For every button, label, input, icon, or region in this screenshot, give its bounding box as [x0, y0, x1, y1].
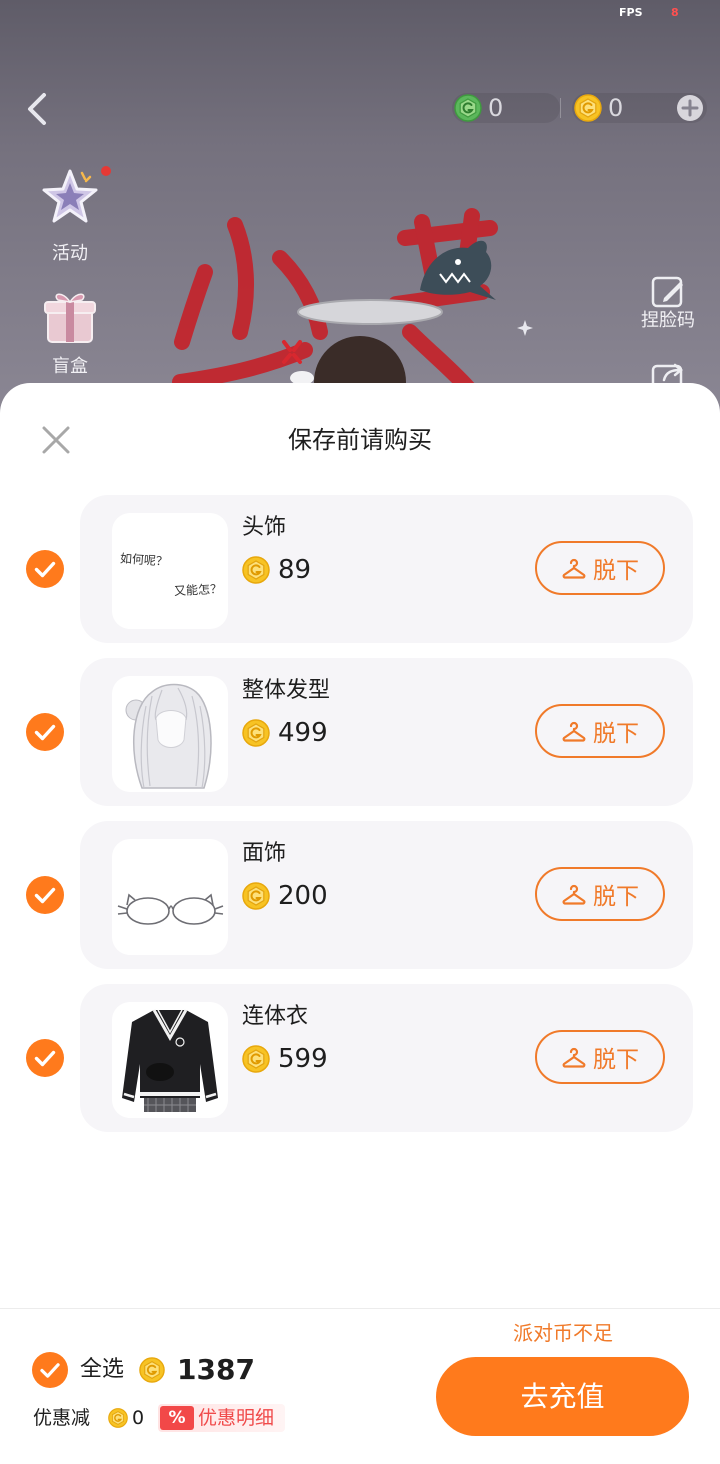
hanger-icon: [562, 884, 586, 905]
menu-item-face-code[interactable]: 捏脸码: [628, 272, 708, 332]
menu-item-label: 盲盒: [52, 356, 88, 377]
star-icon: [42, 169, 98, 223]
item-card: 整体发型 499 脱下: [80, 658, 693, 806]
item-row: 连体衣 599 脱下: [0, 984, 720, 1132]
gold-coin-icon: [242, 1045, 270, 1073]
gold-coin-icon: [108, 1408, 128, 1428]
select-all-label[interactable]: 全选: [80, 1356, 124, 1384]
sweater-illustration: [122, 1009, 218, 1112]
item-checkbox[interactable]: [26, 550, 64, 588]
item-row: 如何呢？ 又能怎？ 头饰 89 脱下: [0, 495, 720, 643]
item-price: 499: [242, 718, 442, 748]
total-price: 1387: [177, 1353, 255, 1386]
take-off-label: 脱下: [593, 1047, 639, 1073]
item-thumbnail: 如何呢？ 又能怎？: [112, 513, 228, 629]
glasses-illustration: [117, 893, 224, 925]
divider: [560, 98, 561, 118]
take-off-label: 脱下: [593, 558, 639, 584]
recharge-button[interactable]: 去充值: [436, 1357, 689, 1436]
gold-coin-icon: [139, 1357, 165, 1383]
thumbnail-text: 又能怎？: [173, 581, 223, 599]
chevron-left-icon[interactable]: [22, 90, 54, 128]
fps-value: 8: [671, 6, 679, 19]
take-off-button[interactable]: 脱下: [535, 704, 665, 758]
footer-divider: [0, 1308, 720, 1309]
item-thumbnail: [112, 676, 228, 792]
menu-item-label: 捏脸码: [641, 310, 695, 331]
price-value: 89: [278, 555, 312, 585]
fps-label: FPS: [619, 6, 643, 19]
gold-coin-value: 0: [608, 94, 624, 122]
gold-coin-icon: [242, 882, 270, 910]
purchase-sheet: 保存前请购买 如何呢？ 又能怎？ 头饰 89 脱下 整体发型 499 脱下 面饰…: [0, 383, 720, 1464]
item-card: 面饰 200 脱下: [80, 821, 693, 969]
item-price: 200: [242, 881, 442, 911]
edit-code-icon: [651, 276, 683, 308]
hanger-icon: [562, 721, 586, 742]
game-scene: FPS 8 0 0 活动 盲盒 捏脸码: [0, 0, 720, 420]
item-name: 整体发型: [242, 678, 331, 703]
discount-label: 优惠减: [33, 1407, 91, 1429]
item-price: 89: [242, 555, 442, 585]
percent-badge: %: [160, 1406, 194, 1430]
item-checkbox[interactable]: [26, 876, 64, 914]
insufficient-coins-warning: 派对币不足: [513, 1321, 613, 1345]
gold-coin-icon: [242, 556, 270, 584]
discount-detail-button[interactable]: % 优惠明细: [158, 1404, 285, 1432]
gold-coin-icon: [242, 719, 270, 747]
discount-value: 0: [132, 1407, 145, 1429]
price-value: 499: [278, 718, 328, 748]
take-off-button[interactable]: 脱下: [535, 541, 665, 595]
price-value: 200: [278, 881, 328, 911]
item-price: 599: [242, 1044, 442, 1074]
item-checkbox[interactable]: [26, 1039, 64, 1077]
item-name: 面饰: [242, 841, 287, 866]
thumbnail-text: 如何呢？: [119, 551, 169, 569]
green-coin-value: 0: [488, 94, 504, 122]
menu-item-label: 活动: [52, 243, 88, 264]
take-off-label: 脱下: [593, 884, 639, 910]
hanger-icon: [562, 1047, 586, 1068]
menu-item-activity[interactable]: 活动: [30, 165, 110, 265]
select-all-checkbox[interactable]: [32, 1352, 68, 1388]
gift-icon: [44, 293, 96, 343]
item-card: 如何呢？ 又能怎？ 头饰 89 脱下: [80, 495, 693, 643]
gold-coin-icon: [574, 94, 602, 122]
sheet-title: 保存前请购买: [288, 426, 432, 454]
take-off-button[interactable]: 脱下: [535, 867, 665, 921]
item-name: 头饰: [242, 515, 287, 540]
item-checkbox[interactable]: [26, 713, 64, 751]
hanger-icon: [562, 558, 586, 579]
green-coin-icon: [454, 94, 482, 122]
item-thumbnail: [112, 1002, 228, 1118]
item-row: 面饰 200 脱下: [0, 821, 720, 969]
item-name: 连体衣: [242, 1004, 309, 1029]
item-row: 整体发型 499 脱下: [0, 658, 720, 806]
notification-dot: [101, 166, 111, 176]
item-thumbnail: [112, 839, 228, 955]
take-off-label: 脱下: [593, 721, 639, 747]
discount-detail-label: 优惠明细: [198, 1407, 275, 1429]
item-card: 连体衣 599 脱下: [80, 984, 693, 1132]
hair-illustration: [125, 683, 212, 789]
menu-item-blind-box[interactable]: 盲盒: [30, 282, 110, 382]
price-value: 599: [278, 1044, 328, 1074]
plus-circle-icon[interactable]: [676, 94, 704, 122]
take-off-button[interactable]: 脱下: [535, 1030, 665, 1084]
